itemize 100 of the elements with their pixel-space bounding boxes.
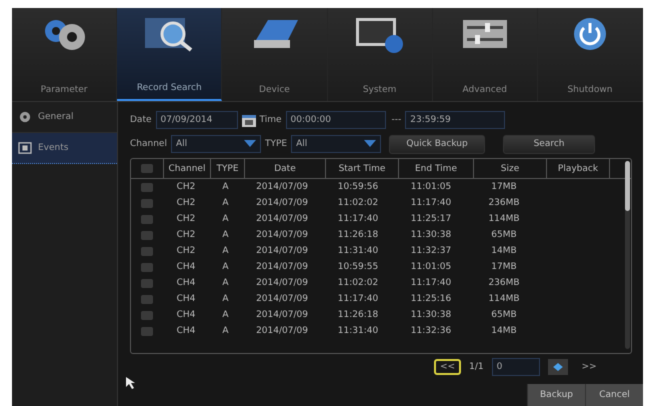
table-cell-text: CH2 — [176, 214, 196, 224]
table-cell-text: 11:25:16 — [410, 294, 452, 304]
table-cell-text: 11:17:40 — [336, 214, 380, 224]
row-checkbox[interactable] — [141, 246, 153, 256]
table-cell-text: 2014/07/09 — [255, 230, 309, 240]
table-cell-text: CH2 — [176, 230, 196, 240]
column-header: Date — [245, 159, 326, 178]
row-checkbox[interactable] — [141, 262, 153, 272]
table-cell-text: 11:17:40 — [410, 198, 452, 208]
last-page-button[interactable]: >> — [576, 359, 603, 375]
table-cell-text: 11:30:38 — [410, 230, 452, 240]
table-cell-text: 65MB — [490, 310, 518, 320]
channel-label: Channel — [130, 139, 167, 149]
start-time-field[interactable]: 00:00:00 — [286, 111, 386, 129]
date-field[interactable]: 07/09/2014 — [156, 111, 238, 129]
table-cell-text: 11:31:40 — [336, 326, 380, 336]
column-header: End Time — [399, 159, 474, 178]
column-header: Channel — [164, 159, 211, 178]
type-label: TYPE — [264, 139, 288, 149]
table-cell-text: 17MB — [490, 262, 518, 272]
menu-tab[interactable]: System — [328, 8, 433, 101]
scrollbar[interactable] — [625, 161, 630, 349]
quick-backup-button[interactable]: Quick Backup — [389, 134, 486, 154]
mouse-cursor-icon — [126, 377, 136, 389]
table-cell-text: 114MB — [487, 214, 521, 224]
table-cell-text: CH4 — [176, 278, 196, 288]
table-cell-text: 11:02:02 — [336, 278, 380, 288]
row-checkbox[interactable] — [141, 198, 153, 208]
table-cell-text: A — [221, 294, 230, 304]
page-input[interactable]: 0 — [492, 358, 540, 376]
table-cell-text: 236MB — [487, 198, 521, 208]
diamond-icon — [552, 363, 563, 371]
table-cell-text: 2014/07/09 — [255, 310, 309, 320]
go-button[interactable] — [548, 359, 568, 375]
table-cell-text: 2014/07/09 — [255, 262, 309, 272]
table-cell-text: 17MB — [490, 182, 518, 192]
table-cell-text: CH2 — [176, 246, 196, 256]
table-cell-text: 11:31:40 — [336, 246, 380, 256]
table-cell-text: CH4 — [176, 262, 196, 272]
search-button[interactable]: Search — [503, 134, 596, 154]
row-checkbox[interactable] — [141, 278, 153, 288]
table-cell-text: CH2 — [176, 198, 196, 208]
table-cell-text: 2014/07/09 — [255, 246, 309, 256]
row-checkbox[interactable] — [141, 310, 153, 320]
row-checkbox[interactable] — [141, 182, 153, 192]
table-cell-text: 11:01:05 — [410, 182, 452, 192]
column-header: Playback — [547, 159, 610, 178]
table-cell-text: 11:32:36 — [410, 326, 452, 336]
menu-tab[interactable]: Advanced — [432, 8, 538, 101]
menu-tab[interactable]: Record Search — [117, 8, 222, 101]
table-cell-text: 14MB — [490, 246, 518, 256]
table-cell-text: 11:30:38 — [410, 310, 452, 320]
table-cell-text: 2014/07/09 — [255, 278, 309, 288]
film-reel-icon — [18, 111, 32, 123]
table-cell-text: 10:59:56 — [336, 182, 380, 192]
table-cell-text: A — [221, 310, 230, 320]
end-time-field[interactable]: 23:59:59 — [405, 111, 506, 129]
row-checkbox[interactable] — [141, 230, 153, 240]
table-cell-text: CH4 — [176, 310, 196, 320]
row-checkbox[interactable] — [141, 214, 153, 224]
calendar-icon[interactable] — [242, 113, 256, 127]
menu-tab[interactable]: Shutdown — [538, 8, 644, 101]
table-cell-text: CH4 — [176, 294, 196, 304]
caret-icon — [364, 140, 376, 148]
table-cell-text: 11:26:18 — [336, 230, 380, 240]
select-all-checkbox[interactable] — [141, 164, 153, 173]
table-cell-text: 11:25:17 — [410, 214, 452, 224]
table-cell-text: 2014/07/09 — [255, 294, 309, 304]
column-header: Start Time — [326, 159, 399, 178]
row-checkbox[interactable] — [141, 326, 153, 336]
table-cell-text: 11:02:02 — [336, 198, 380, 208]
table-cell-text: A — [221, 262, 230, 272]
table-cell-text: 11:17:40 — [336, 294, 380, 304]
first-page-button[interactable]: << — [434, 359, 462, 375]
sidebar-item[interactable]: Events — [12, 133, 117, 164]
channel-dropdown[interactable]: All — [170, 135, 261, 153]
table-cell-text: CH4 — [176, 326, 196, 336]
table-cell-text: 11:17:40 — [410, 278, 452, 288]
table-cell-text: A — [221, 230, 230, 240]
type-dropdown[interactable]: All — [291, 135, 382, 153]
dialog-button[interactable]: Backup — [527, 384, 585, 406]
table-cell-text: 65MB — [490, 230, 518, 240]
separator: --- — [392, 115, 402, 125]
row-checkbox[interactable] — [141, 294, 153, 304]
table-cell-text: 11:26:18 — [336, 310, 380, 320]
table-cell-text: CH2 — [176, 182, 196, 192]
table-cell-text: 114MB — [487, 294, 521, 304]
column-header: Size — [474, 159, 547, 178]
table-cell-text: A — [221, 182, 230, 192]
menu-tab[interactable]: Parameter — [12, 8, 118, 101]
table-cell-text: A — [221, 278, 230, 288]
table-cell-text: 2014/07/09 — [255, 182, 309, 192]
page-indicator: 1/1 — [469, 362, 484, 372]
table-cell-text: 236MB — [487, 278, 521, 288]
table-cell-text: A — [221, 246, 230, 256]
dialog-button[interactable]: Cancel — [585, 384, 643, 406]
menu-tab[interactable]: Device — [222, 8, 328, 101]
column-header: TYPE — [211, 159, 245, 178]
table-cell-text: 2014/07/09 — [255, 198, 309, 208]
table-cell-text: 14MB — [490, 326, 518, 336]
